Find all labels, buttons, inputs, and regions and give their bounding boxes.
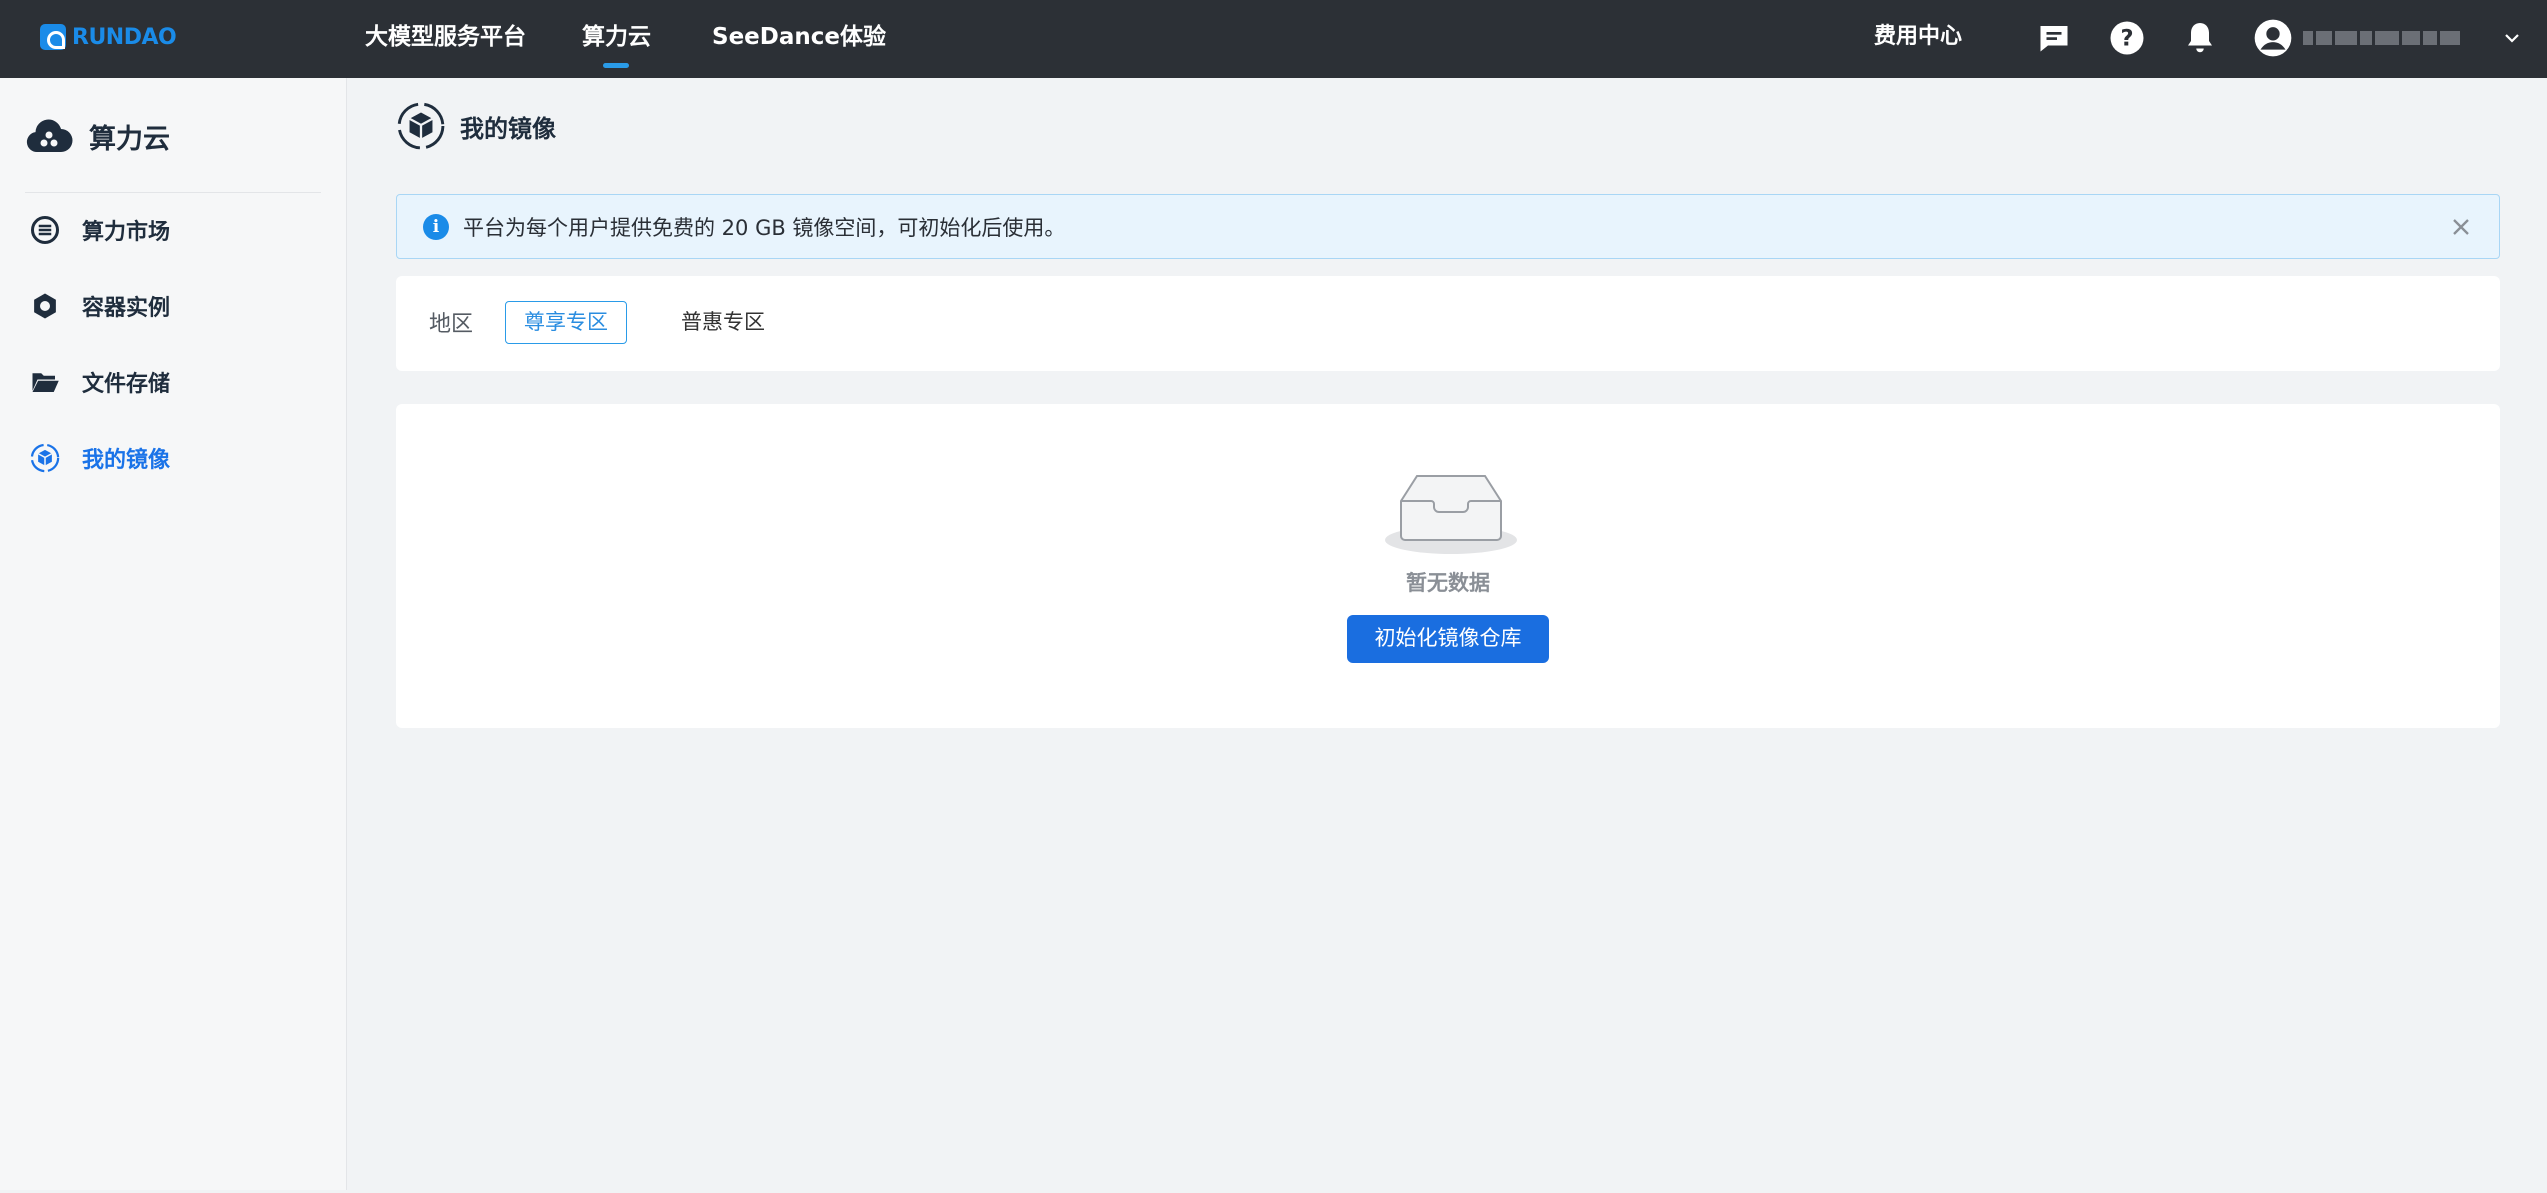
nav-item-seedance[interactable]: SeeDance体验 [712,20,886,54]
close-icon[interactable] [2447,213,2475,241]
image-cube-icon [30,443,60,473]
sidebar-item-label: 文件存储 [82,372,171,397]
hexagon-icon [34,293,56,319]
sidebar-item-my-images[interactable]: 我的镜像 [30,438,170,478]
username-redacted[interactable] [2303,28,2483,48]
region-option-premium[interactable]: 尊享专区 [505,301,627,344]
sidebar-item-label: 容器实例 [82,296,171,321]
region-filter-label: 地区 [429,312,474,337]
sidebar: 算力云 算力市场 容器实例 文件存储 我的镜像 [0,78,347,1190]
nav-item-compute-cloud[interactable]: 算力云 [582,20,651,54]
region-filter-card: 地区 尊享专区 普惠专区 [396,276,2500,371]
nav-item-model-platform[interactable]: 大模型服务平台 [365,20,526,54]
user-avatar-icon[interactable] [2253,18,2293,58]
sidebar-item-compute-market[interactable]: 算力市场 [30,210,170,250]
alert-text: 平台为每个用户提供免费的 20 GB 镜像空间，可初始化后使用。 [463,215,1066,240]
logo[interactable]: RUNDAO [40,22,177,52]
nav-active-indicator [603,63,629,68]
top-navbar: RUNDAO 大模型服务平台 算力云 SeeDance体验 费用中心 ? [0,0,2547,78]
sidebar-item-label: 我的镜像 [82,448,171,473]
empty-inbox-icon [1385,475,1517,554]
svg-text:?: ? [2120,26,2133,52]
sidebar-title: 算力云 [89,123,170,155]
bell-icon[interactable] [2180,18,2220,58]
logo-text: RUNDAO [72,24,177,50]
sidebar-header: 算力云 [25,114,170,158]
cloud-icon [26,119,73,153]
sidebar-item-file-storage[interactable]: 文件存储 [30,362,170,402]
folder-open-icon [32,373,59,392]
info-icon: i [423,213,449,240]
image-cube-icon [397,102,445,150]
empty-state-text: 暂无数据 [1406,571,1490,595]
sidebar-divider [25,192,321,193]
fee-center-link[interactable]: 费用中心 [1874,20,1962,54]
sidebar-item-container-instance[interactable]: 容器实例 [30,286,170,326]
images-content-card: 暂无数据 初始化镜像仓库 [396,404,2500,728]
help-icon[interactable]: ? [2107,18,2147,58]
list-icon [31,216,59,244]
page-title: 我的镜像 [460,114,556,143]
init-image-repo-button[interactable]: 初始化镜像仓库 [1347,615,1549,663]
info-alert: i 平台为每个用户提供免费的 20 GB 镜像空间，可初始化后使用。 [396,194,2500,259]
sidebar-item-label: 算力市场 [82,220,171,245]
chevron-down-icon[interactable] [2500,26,2524,50]
region-option-standard[interactable]: 普惠专区 [662,301,784,344]
message-icon[interactable] [2034,18,2074,58]
logo-mark-icon [40,24,66,50]
page-header: 我的镜像 [396,101,556,151]
